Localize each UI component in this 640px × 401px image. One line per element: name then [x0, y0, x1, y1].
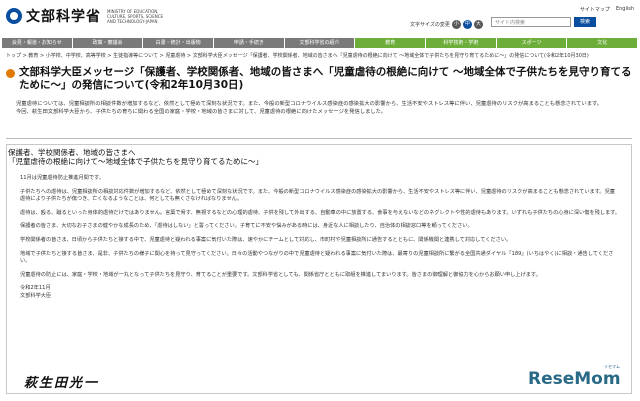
signature: 萩生田光一 [24, 376, 100, 391]
message-paragraph: 保護者の皆さま、大切なお子さまの健やかな成長のため、「虐待はしない」と誓ってくだ… [20, 223, 473, 230]
message-paragraph: 学校関係者の皆さま、日頃から子供たちと接する中で、児童虐待と疑われる事案に気付い… [20, 236, 512, 243]
utility-links: サイトマップ English [580, 6, 634, 13]
font-size-medium-button[interactable]: 中 [462, 20, 472, 29]
nav-item-science[interactable]: 科学技術・学術 [426, 38, 497, 48]
font-size-small-button[interactable]: 小 [451, 20, 461, 29]
intro-paragraph: 今回、萩生田文部科学大臣から、子供たちの育ちに関わる全国の家庭・学校・地域の皆さ… [16, 108, 387, 115]
nav-item-sports[interactable]: スポーツ [496, 38, 568, 48]
page-title: 文部科学大臣メッセージ「保護者、学校関係者、地域の皆さまへ「児童虐待の根絶に向け… [19, 66, 632, 91]
divider [6, 138, 632, 139]
mext-logo[interactable]: 文部科学省 MINISTRY OF EDUCATION, CULTURE, SP… [6, 6, 165, 26]
nav-item-press[interactable]: 会見・報道・お知らせ [2, 38, 73, 48]
message-body: 11月は児童虐待防止推進月間です。 子供たちへの虐待は、児童相談所の相談対応件数… [20, 175, 620, 301]
logo-text: 文部科学省 [26, 9, 101, 25]
font-size-label: 文字サイズの変更 [410, 22, 450, 28]
logo-mark-icon [6, 8, 22, 24]
message-heading-line: 保護者、学校関係者、地域の皆さまへ [8, 148, 136, 157]
nav-item-whitepaper[interactable]: 白書・統計・出版物 [143, 38, 215, 48]
title-bullet-icon [6, 69, 15, 78]
message-paragraph: 虐待は、殴る、蹴るといった身体的虐待だけではありません。言葉で脅す、無視するなど… [20, 209, 620, 216]
message-signer: 文部科学大臣 [20, 292, 52, 299]
nav-item-culture[interactable]: 文化 [567, 38, 639, 48]
intro-paragraph: 児童虐待については、児童相談所の相談件数が増加するなど、依然として極めて深刻な状… [16, 101, 603, 107]
nav-item-application[interactable]: 申請・手続き [214, 38, 285, 48]
message-date: 令和2年11月 [20, 285, 51, 292]
nav-item-education[interactable]: 教育 [355, 38, 427, 48]
breadcrumb[interactable]: トップ > 教育 > 小学校、中学校、高等学校 > 生徒指導等について > 児童… [6, 52, 589, 59]
search-button[interactable]: 検索 [574, 17, 596, 27]
message-heading: 保護者、学校関係者、地域の皆さまへ 「児童虐待の根絶に向けて～地域全体で子供たち… [8, 148, 263, 166]
message-paragraph: 地域で子供たちと接する皆さま、是非、子供たちの様子に関心を持って見守ってください… [20, 250, 614, 265]
message-paragraph: 子供たちへの虐待は、児童相談所の相談対応件数が増加するなど、依然として極めて深刻… [20, 188, 615, 203]
logo-subtitle: MINISTRY OF EDUCATION, CULTURE, SPORTS, … [107, 8, 164, 24]
font-size-large-button[interactable]: 大 [473, 20, 483, 29]
message-paragraph: 11月は児童虐待防止推進月間です。 [20, 175, 104, 181]
intro-text: 児童虐待については、児童相談所の相談件数が増加するなど、依然として極めて深刻な状… [16, 101, 616, 117]
nav-item-policy[interactable]: 政策・審議会 [72, 38, 144, 48]
english-link[interactable]: English [616, 6, 634, 13]
site-header: 文部科学省 MINISTRY OF EDUCATION, CULTURE, SP… [0, 0, 640, 38]
font-size-switcher: 文字サイズの変更 小 中 大 [410, 20, 483, 29]
message-heading-line: 「児童虐待の根絶に向けて～地域全体で子供たちを見守り育てるために～」 [8, 157, 263, 166]
search-input[interactable]: サイト内検索 [491, 17, 571, 27]
message-paragraph: 児童虐待の防止には、家庭・学校・地域が一丸となって子供たちを見守り、育てることが… [20, 271, 541, 278]
title-block: 文部科学大臣メッセージ「保護者、学校関係者、地域の皆さまへ「児童虐待の根絶に向け… [6, 66, 632, 92]
resemom-watermark: ReseMom [528, 369, 621, 389]
sitemap-link[interactable]: サイトマップ [580, 6, 610, 13]
nav-item-about[interactable]: 文部科学省の紹介 [284, 38, 356, 48]
global-nav: 会見・報道・お知らせ 政策・審議会 白書・統計・出版物 申請・手続き 文部科学省… [2, 38, 639, 48]
resemom-watermark-sub: リセマム [604, 364, 620, 369]
